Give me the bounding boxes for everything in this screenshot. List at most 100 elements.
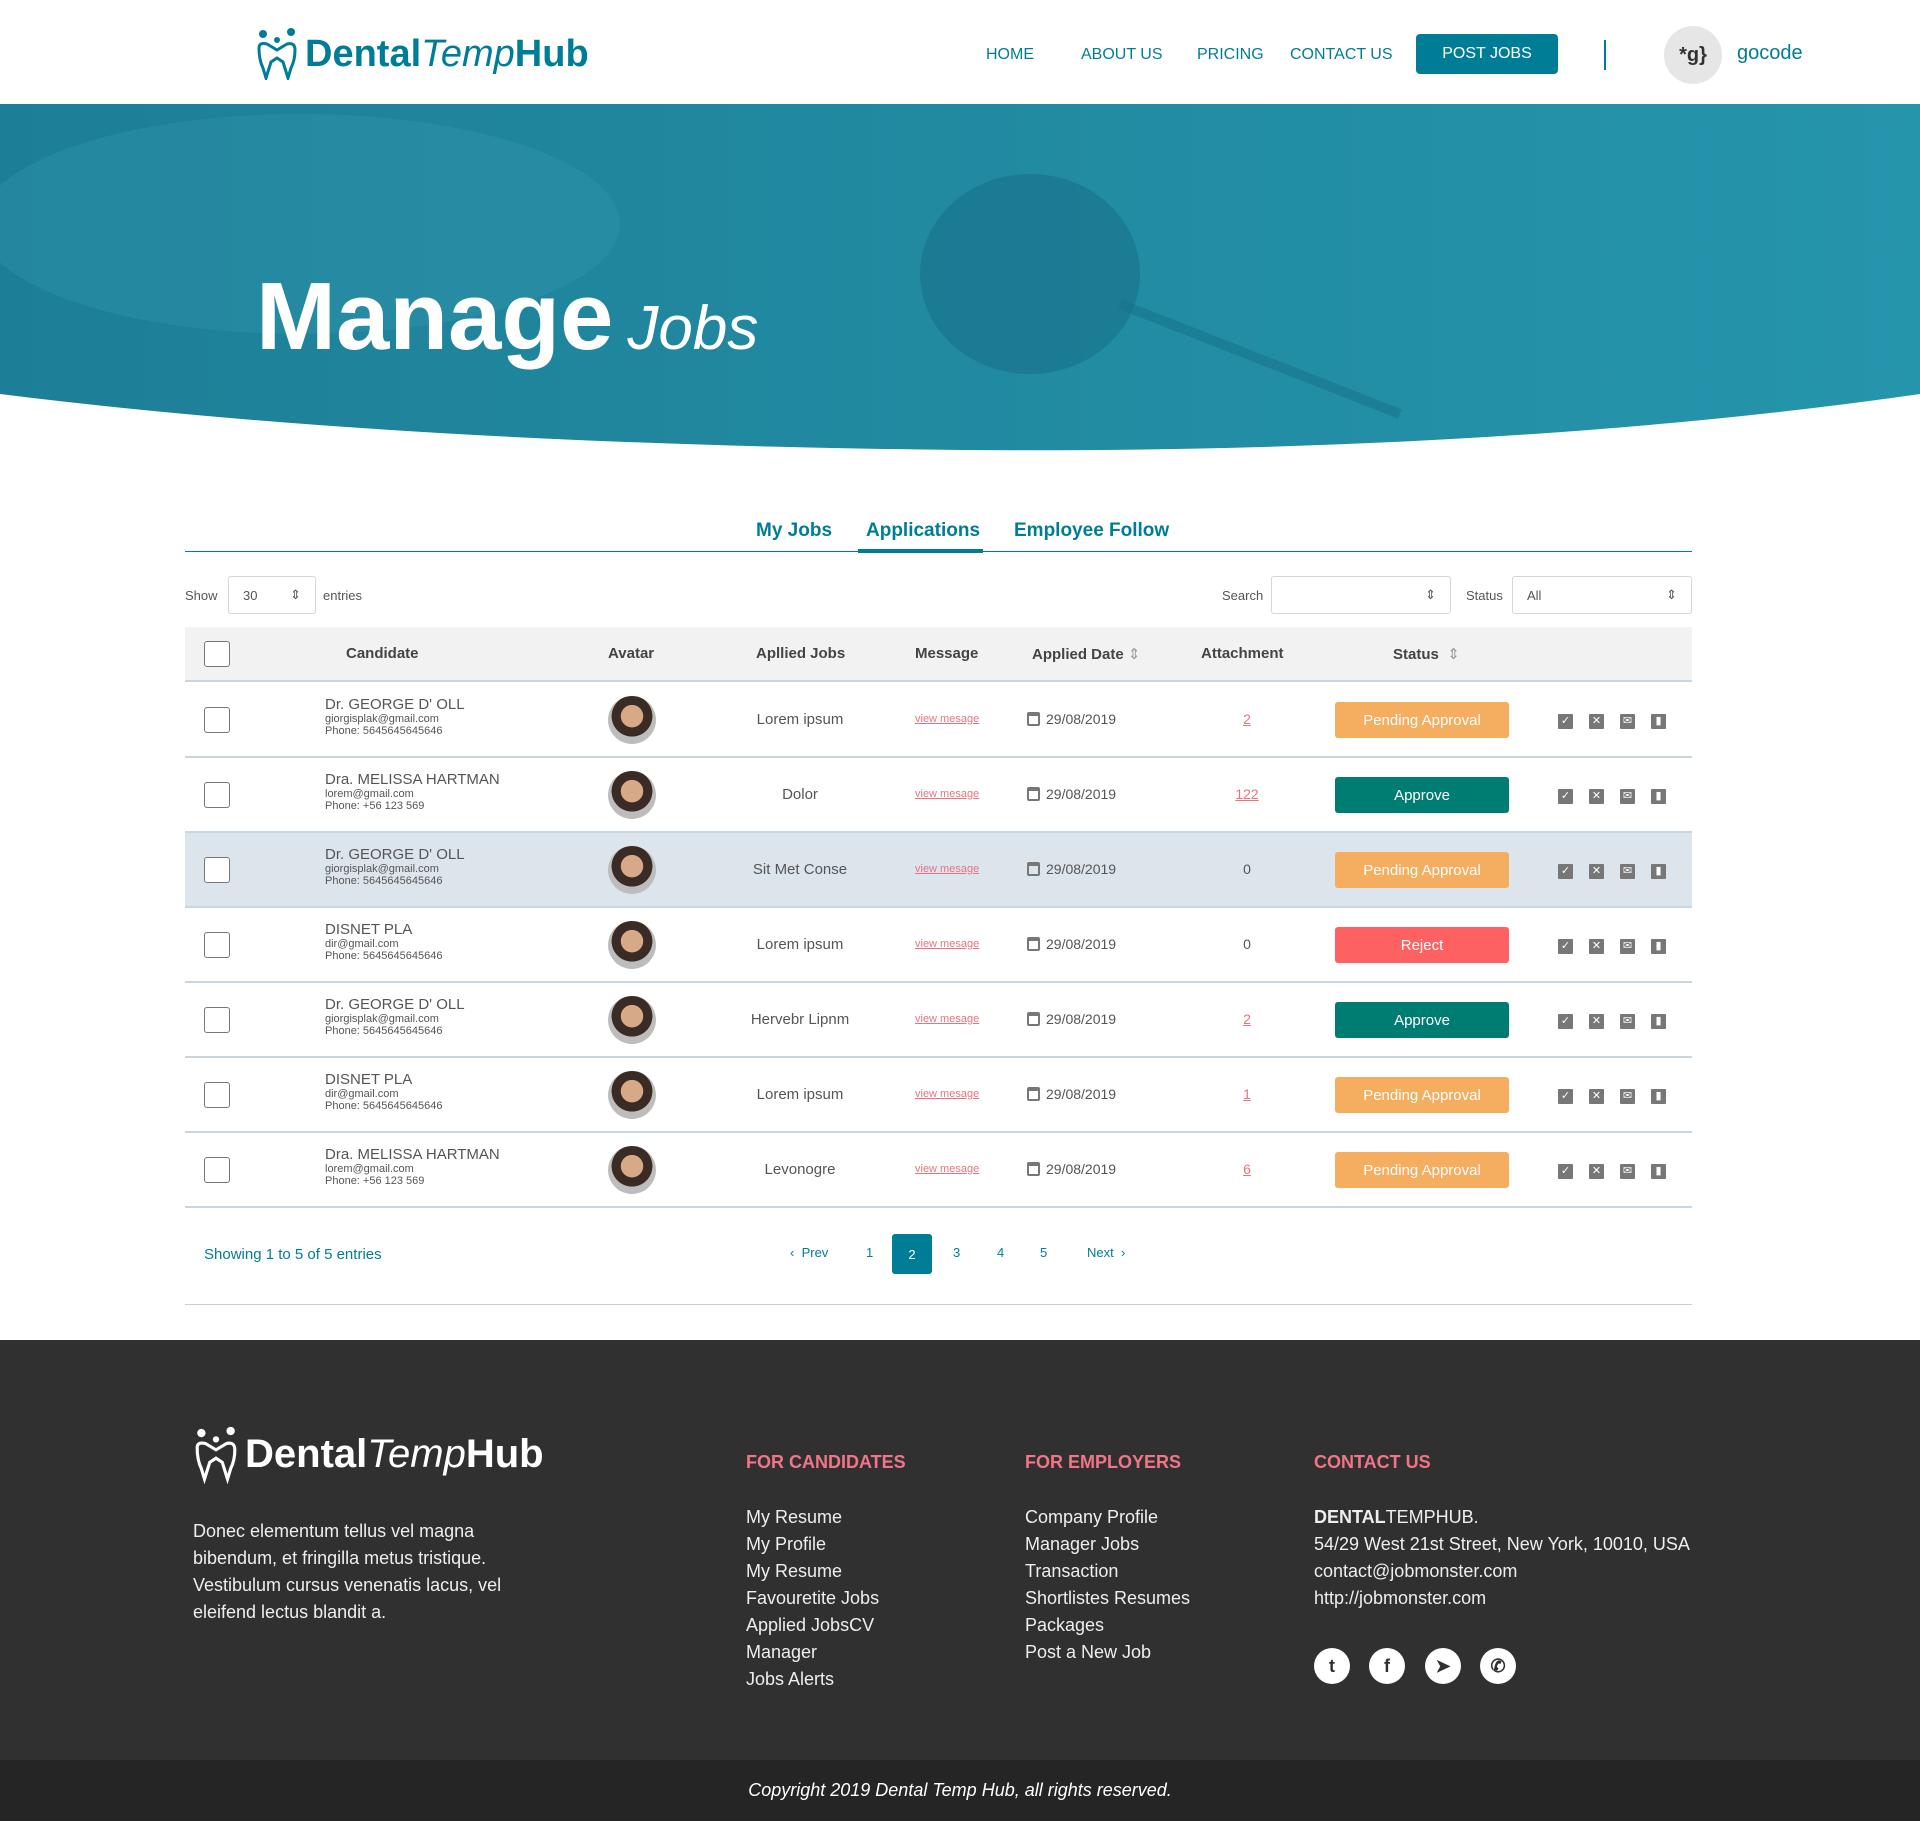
view-message-link[interactable]: view mesage <box>915 713 979 725</box>
attachment-count[interactable]: 1 <box>1217 1086 1277 1102</box>
x-square-icon[interactable]: ✕ <box>1589 864 1604 879</box>
status-badge[interactable]: Pending Approval <box>1335 1077 1509 1113</box>
attachment-count[interactable]: 122 <box>1217 786 1277 802</box>
view-message-link[interactable]: view mesage <box>915 1163 979 1175</box>
telegram-icon[interactable]: ➤ <box>1425 1648 1461 1684</box>
check-square-icon[interactable]: ✓ <box>1558 864 1573 879</box>
view-message-link[interactable]: view mesage <box>915 863 979 875</box>
check-square-icon[interactable]: ✓ <box>1558 789 1573 804</box>
footer-link[interactable]: My Resume <box>746 1504 879 1531</box>
row-checkbox[interactable] <box>204 1007 230 1033</box>
twitter-icon[interactable]: t <box>1314 1648 1350 1684</box>
whatsapp-icon[interactable]: ✆ <box>1480 1648 1516 1684</box>
envelope-icon[interactable]: ✉ <box>1620 864 1635 879</box>
tab-employee-follow[interactable]: Employee Follow <box>1014 520 1169 542</box>
status-badge[interactable]: Pending Approval <box>1335 702 1509 738</box>
next-button[interactable]: Next › <box>1087 1245 1125 1260</box>
view-message-link[interactable]: view mesage <box>915 788 979 800</box>
row-checkbox[interactable] <box>204 1157 230 1183</box>
trash-icon[interactable]: ▮ <box>1651 789 1666 804</box>
check-square-icon[interactable]: ✓ <box>1558 714 1573 729</box>
footer-link[interactable]: Packages <box>1025 1612 1190 1639</box>
trash-icon[interactable]: ▮ <box>1651 864 1666 879</box>
post-jobs-button[interactable]: POST JOBS <box>1416 34 1558 74</box>
status-badge[interactable]: Approve <box>1335 1002 1509 1038</box>
view-message-link[interactable]: view mesage <box>915 1088 979 1100</box>
x-square-icon[interactable]: ✕ <box>1589 1089 1604 1104</box>
status-badge[interactable]: Reject <box>1335 927 1509 963</box>
row-checkbox[interactable] <box>204 932 230 958</box>
footer-link[interactable]: My Resume <box>746 1558 879 1585</box>
nav-home[interactable]: HOME <box>986 46 1034 64</box>
trash-icon[interactable]: ▮ <box>1651 714 1666 729</box>
col-avatar: Avatar <box>608 645 655 662</box>
check-square-icon[interactable]: ✓ <box>1558 939 1573 954</box>
envelope-icon[interactable]: ✉ <box>1620 939 1635 954</box>
envelope-icon[interactable]: ✉ <box>1620 1164 1635 1179</box>
page-3[interactable]: 3 <box>953 1245 960 1260</box>
contact-website[interactable]: http://jobmonster.com <box>1314 1585 1690 1612</box>
footer-link[interactable]: Post a New Job <box>1025 1639 1190 1666</box>
row-checkbox[interactable] <box>204 782 230 808</box>
view-message-link[interactable]: view mesage <box>915 1013 979 1025</box>
nav-pricing[interactable]: PRICING <box>1197 46 1264 64</box>
nav-contact[interactable]: CONTACT US <box>1290 46 1393 64</box>
entries-select[interactable]: 30 ⇕ <box>228 576 316 614</box>
check-square-icon[interactable]: ✓ <box>1558 1089 1573 1104</box>
select-all-checkbox[interactable] <box>204 641 230 667</box>
x-square-icon[interactable]: ✕ <box>1589 1164 1604 1179</box>
footer-link[interactable]: Manager Jobs <box>1025 1531 1190 1558</box>
x-square-icon[interactable]: ✕ <box>1589 714 1604 729</box>
trash-icon[interactable]: ▮ <box>1651 1089 1666 1104</box>
search-input[interactable]: ⇕ <box>1271 576 1451 614</box>
row-checkbox[interactable] <box>204 707 230 733</box>
user-name[interactable]: gocode <box>1737 42 1803 65</box>
nav-about[interactable]: ABOUT US <box>1081 46 1163 64</box>
footer-link[interactable]: Manager <box>746 1639 879 1666</box>
tab-my-jobs[interactable]: My Jobs <box>756 520 832 542</box>
page-2-current[interactable]: 2 <box>892 1234 932 1274</box>
attachment-count[interactable]: 2 <box>1217 1011 1277 1027</box>
footer-link[interactable]: Transaction <box>1025 1558 1190 1585</box>
trash-icon[interactable]: ▮ <box>1651 939 1666 954</box>
footer-link[interactable]: Shortlistes Resumes <box>1025 1585 1190 1612</box>
check-square-icon[interactable]: ✓ <box>1558 1014 1573 1029</box>
attachment-count[interactable]: 2 <box>1217 711 1277 727</box>
page-5[interactable]: 5 <box>1040 1245 1047 1260</box>
footer-link[interactable]: My Profile <box>746 1531 879 1558</box>
prev-button[interactable]: ‹ Prev <box>790 1245 828 1260</box>
envelope-icon[interactable]: ✉ <box>1620 714 1635 729</box>
page-1[interactable]: 1 <box>866 1245 873 1260</box>
logo[interactable]: DentalTempHub <box>255 28 589 80</box>
user-avatar[interactable]: *g} <box>1664 26 1722 84</box>
facebook-icon[interactable]: f <box>1369 1648 1405 1684</box>
attachment-count[interactable]: 6 <box>1217 1161 1277 1177</box>
x-square-icon[interactable]: ✕ <box>1589 939 1604 954</box>
row-checkbox[interactable] <box>204 1082 230 1108</box>
envelope-icon[interactable]: ✉ <box>1620 1014 1635 1029</box>
row-checkbox[interactable] <box>204 857 230 883</box>
applied-job: Hervebr Lipnm <box>750 1011 850 1028</box>
x-square-icon[interactable]: ✕ <box>1589 789 1604 804</box>
envelope-icon[interactable]: ✉ <box>1620 1089 1635 1104</box>
tab-applications[interactable]: Applications <box>866 520 980 542</box>
view-message-link[interactable]: view mesage <box>915 938 979 950</box>
status-badge[interactable]: Pending Approval <box>1335 852 1509 888</box>
footer-link[interactable]: Favouretite Jobs <box>746 1585 879 1612</box>
envelope-icon[interactable]: ✉ <box>1620 789 1635 804</box>
footer-logo[interactable]: DentalTempHub <box>193 1424 544 1484</box>
status-badge[interactable]: Approve <box>1335 777 1509 813</box>
contact-email[interactable]: contact@jobmonster.com <box>1314 1558 1690 1585</box>
footer-link[interactable]: Company Profile <box>1025 1504 1190 1531</box>
page-4[interactable]: 4 <box>997 1245 1004 1260</box>
footer-link[interactable]: Applied JobsCV <box>746 1612 879 1639</box>
check-square-icon[interactable]: ✓ <box>1558 1164 1573 1179</box>
status-select[interactable]: All ⇕ <box>1512 576 1692 614</box>
trash-icon[interactable]: ▮ <box>1651 1014 1666 1029</box>
status-badge[interactable]: Pending Approval <box>1335 1152 1509 1188</box>
x-square-icon[interactable]: ✕ <box>1589 1014 1604 1029</box>
col-applied-date[interactable]: Applied Date ⇕ <box>1032 645 1140 663</box>
col-status[interactable]: Status ⇕ <box>1393 645 1460 663</box>
trash-icon[interactable]: ▮ <box>1651 1164 1666 1179</box>
footer-link[interactable]: Jobs Alerts <box>746 1666 879 1693</box>
